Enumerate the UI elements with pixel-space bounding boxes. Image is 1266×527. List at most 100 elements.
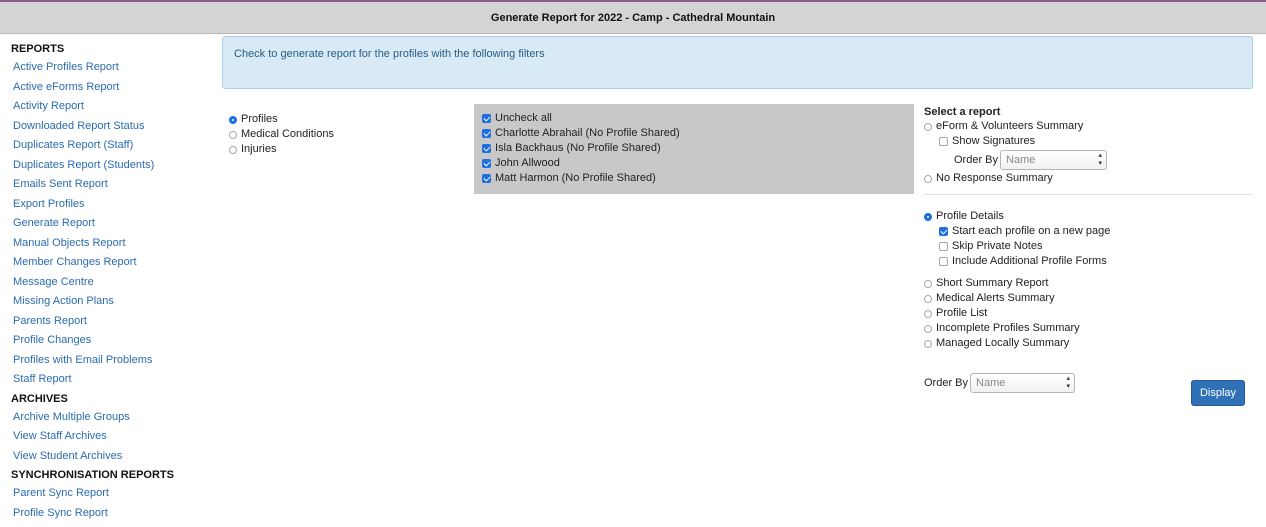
checkbox-profile[interactable] [482, 174, 491, 183]
report-option-short-summary[interactable]: Short Summary Report [924, 276, 1253, 291]
report-label: Short Summary Report [936, 277, 1049, 289]
profile-item[interactable]: Charlotte Abrahail (No Profile Shared) [482, 126, 914, 141]
sidebar-link-view-staff-archives[interactable]: View Staff Archives [11, 427, 215, 447]
profile-label: John Allwood [495, 157, 560, 169]
radio-profile-details[interactable] [924, 212, 932, 221]
order-by-bottom: Order By Name [924, 373, 1076, 393]
report-option-incomplete-profiles[interactable]: Incomplete Profiles Summary [924, 321, 1253, 336]
report-option-profile-details[interactable]: Profile Details [924, 209, 1253, 224]
report-option-managed-locally[interactable]: Managed Locally Summary [924, 336, 1253, 351]
radio-no-response[interactable] [924, 174, 932, 183]
uncheck-all-option[interactable]: Uncheck all [482, 111, 914, 126]
detail-option-label: Start each profile on a new page [952, 225, 1111, 237]
report-label: Profile Details [936, 210, 1004, 222]
info-alert: Check to generate report for the profile… [222, 36, 1253, 89]
show-signatures-label: Show Signatures [952, 135, 1036, 147]
sidebar-link-profile-sync-report[interactable]: Profile Sync Report [11, 504, 215, 524]
report-label: Medical Alerts Summary [936, 292, 1055, 304]
report-option-no-response[interactable]: No Response Summary [924, 171, 1253, 186]
radio-profiles[interactable] [229, 115, 237, 124]
checkbox-start-new-page[interactable] [939, 227, 948, 236]
option-start-new-page[interactable]: Start each profile on a new page [924, 224, 1253, 239]
checkbox-uncheck-all[interactable] [482, 114, 491, 123]
checkbox-include-additional-forms[interactable] [939, 257, 948, 266]
radio-eform-volunteers[interactable] [924, 122, 932, 131]
sidebar-link-active-eforms-report[interactable]: Active eForms Report [11, 78, 215, 98]
sidebar-link-export-profiles[interactable]: Export Profiles [11, 195, 215, 215]
checkbox-profile[interactable] [482, 159, 491, 168]
sidebar-heading-reports: REPORTS [11, 43, 65, 55]
display-button[interactable]: Display [1191, 380, 1245, 406]
sidebar-link-active-profiles-report[interactable]: Active Profiles Report [11, 58, 215, 78]
sidebar-heading-archives: ARCHIVES [11, 392, 68, 405]
eform-order-by-select[interactable]: Name [1000, 150, 1108, 170]
report-selection: Select a report eForm & Volunteers Summa… [924, 105, 1253, 351]
uncheck-all-label: Uncheck all [495, 112, 552, 124]
sidebar: REPORTS Active Profiles Report Active eF… [0, 34, 215, 527]
detail-option-label: Include Additional Profile Forms [952, 255, 1107, 267]
sidebar-heading-synchronisation: SYNCHRONISATION REPORTS [11, 469, 174, 481]
radio-short-summary[interactable] [924, 279, 932, 288]
info-text: Check to generate report for the profile… [234, 48, 545, 60]
report-option-profile-list[interactable]: Profile List [924, 306, 1253, 321]
filter-label: Profiles [241, 113, 278, 125]
sidebar-link-member-changes-report[interactable]: Member Changes Report [11, 253, 215, 273]
page-title: Generate Report for 2022 - Camp - Cathed… [490, 11, 776, 24]
radio-medical-alerts[interactable] [924, 294, 932, 303]
sidebar-link-missing-action-plans[interactable]: Missing Action Plans [11, 292, 215, 312]
report-option-eform-volunteers[interactable]: eForm & Volunteers Summary [924, 119, 1253, 134]
filter-option-profiles[interactable]: Profiles [229, 112, 334, 127]
sidebar-link-parent-sync-report[interactable]: Parent Sync Report [11, 484, 215, 504]
checkbox-profile[interactable] [482, 129, 491, 138]
divider [924, 194, 1253, 195]
sidebar-link-activity-report[interactable]: Activity Report [11, 97, 215, 117]
eform-order-by: Order By Name [924, 149, 1253, 171]
filter-option-medical-conditions[interactable]: Medical Conditions [229, 127, 334, 142]
option-include-additional-forms[interactable]: Include Additional Profile Forms [924, 254, 1253, 269]
sidebar-link-view-student-archives[interactable]: View Student Archives [11, 447, 215, 467]
select-report-heading: Select a report [924, 106, 1001, 118]
profile-item[interactable]: Isla Backhaus (No Profile Shared) [482, 141, 914, 156]
detail-option-label: Skip Private Notes [952, 240, 1043, 252]
sidebar-link-downloaded-report-status[interactable]: Downloaded Report Status [11, 117, 215, 137]
report-option-medical-alerts[interactable]: Medical Alerts Summary [924, 291, 1253, 306]
radio-incomplete-profiles[interactable] [924, 324, 932, 333]
checkbox-skip-private-notes[interactable] [939, 242, 948, 251]
filter-label: Injuries [241, 143, 277, 155]
radio-medical-conditions[interactable] [229, 130, 237, 139]
sidebar-link-duplicates-report-students[interactable]: Duplicates Report (Students) [11, 156, 215, 176]
option-skip-private-notes[interactable]: Skip Private Notes [924, 239, 1253, 254]
report-label: Managed Locally Summary [936, 337, 1070, 349]
radio-managed-locally[interactable] [924, 339, 932, 348]
report-label: eForm & Volunteers Summary [936, 120, 1084, 132]
profile-item[interactable]: Matt Harmon (No Profile Shared) [482, 171, 914, 186]
profile-label: Matt Harmon (No Profile Shared) [495, 172, 656, 184]
profiles-checklist: Uncheck all Charlotte Abrahail (No Profi… [474, 104, 914, 194]
checkbox-show-signatures[interactable] [939, 137, 948, 146]
radio-injuries[interactable] [229, 145, 237, 154]
radio-profile-list[interactable] [924, 309, 932, 318]
sidebar-link-archive-multiple-groups[interactable]: Archive Multiple Groups [11, 408, 215, 428]
checkbox-profile[interactable] [482, 144, 491, 153]
filter-label: Medical Conditions [241, 128, 334, 140]
profile-label: Charlotte Abrahail (No Profile Shared) [495, 127, 680, 139]
sidebar-link-duplicates-report-staff[interactable]: Duplicates Report (Staff) [11, 136, 215, 156]
sidebar-link-generate-report[interactable]: Generate Report [11, 214, 215, 234]
sidebar-link-staff-report[interactable]: Staff Report [11, 370, 215, 390]
sidebar-link-profile-changes[interactable]: Profile Changes [11, 331, 215, 351]
report-label: Incomplete Profiles Summary [936, 322, 1080, 334]
sidebar-link-manual-objects-report[interactable]: Manual Objects Report [11, 234, 215, 254]
sidebar-link-emails-sent-report[interactable]: Emails Sent Report [11, 175, 215, 195]
filter-option-injuries[interactable]: Injuries [229, 142, 334, 157]
page-title-bar: Generate Report for 2022 - Camp - Cathed… [0, 0, 1266, 34]
option-show-signatures[interactable]: Show Signatures [924, 134, 1253, 149]
profile-label: Isla Backhaus (No Profile Shared) [495, 142, 661, 154]
sidebar-link-message-centre[interactable]: Message Centre [11, 273, 215, 293]
order-by-select[interactable]: Name [970, 373, 1076, 393]
sidebar-link-profiles-email-problems[interactable]: Profiles with Email Problems [11, 351, 215, 371]
order-by-label: Order By [924, 377, 969, 389]
sidebar-link-parents-report[interactable]: Parents Report [11, 312, 215, 332]
report-label: Profile List [936, 307, 988, 319]
profile-item[interactable]: John Allwood [482, 156, 914, 171]
report-label: No Response Summary [936, 172, 1053, 184]
